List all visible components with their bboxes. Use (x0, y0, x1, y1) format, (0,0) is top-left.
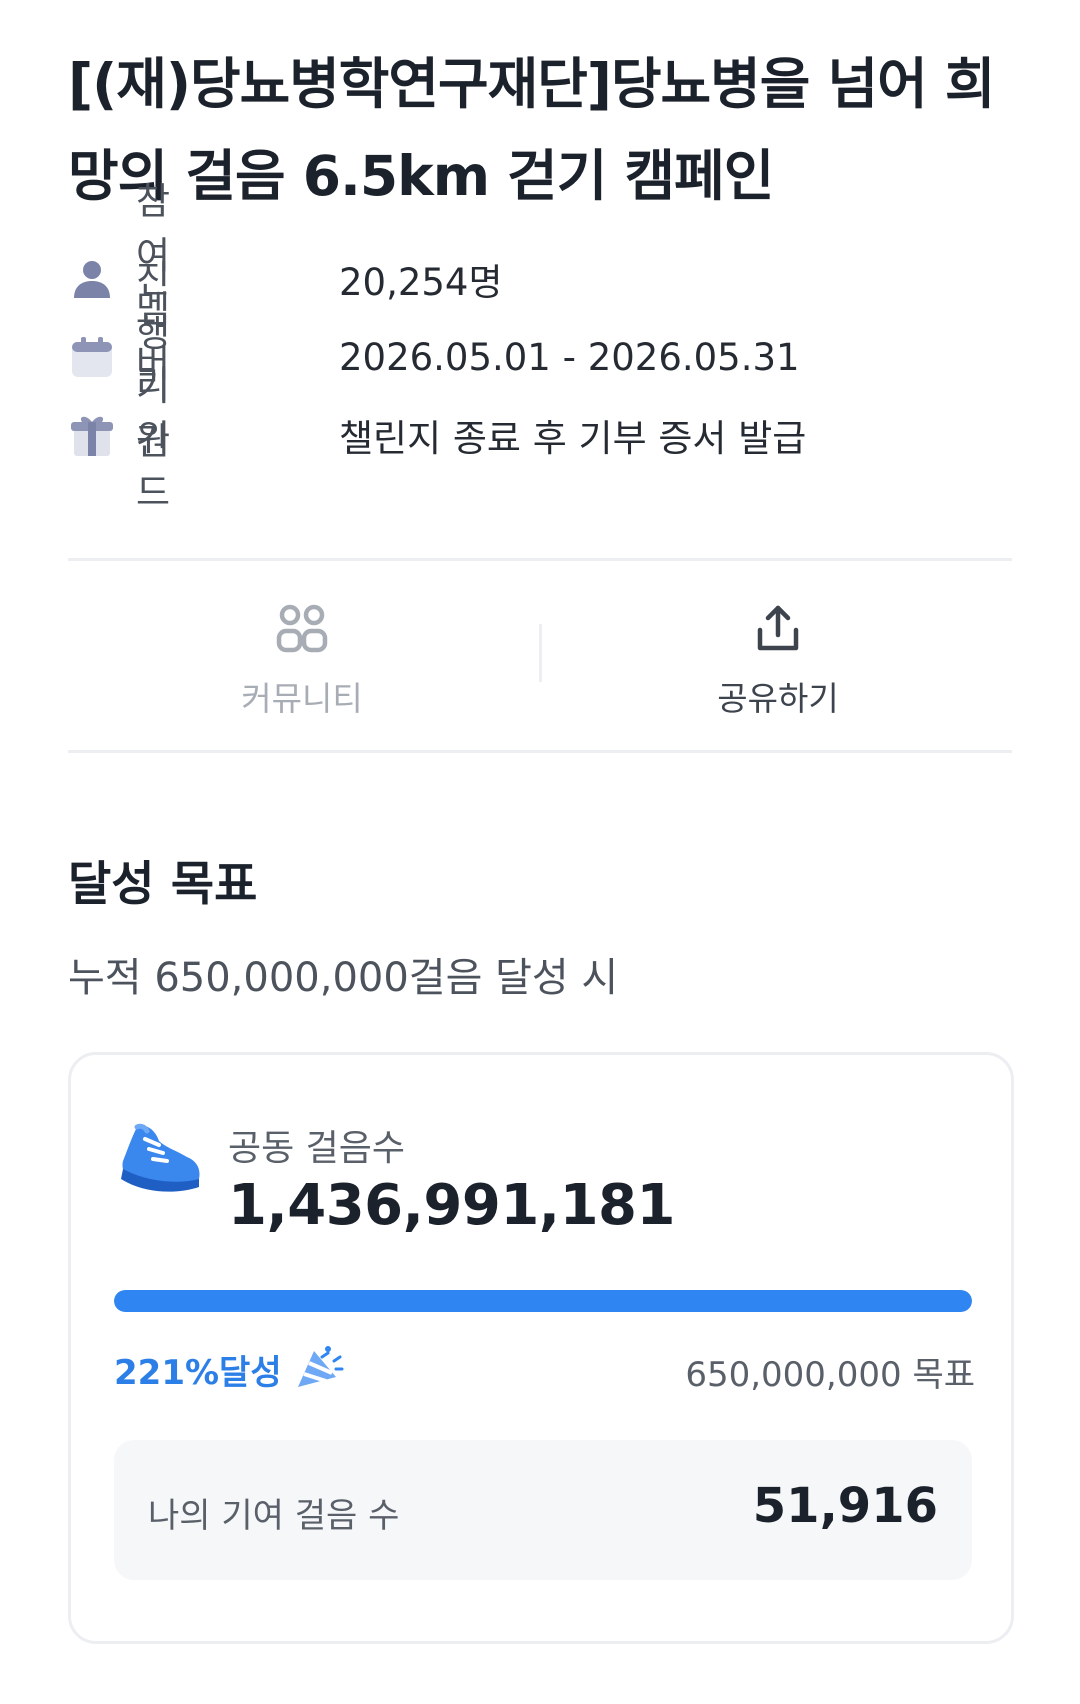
action-separator (539, 624, 542, 682)
party-popper-icon (292, 1343, 344, 1395)
info-value-reward: 챌린지 종료 후 기부 증서 발급 (339, 417, 807, 460)
achieved-badge: 221%달성 (114, 1343, 344, 1395)
calendar-icon (68, 333, 116, 381)
steps-label: 공동 걸음수 (228, 1128, 406, 1169)
goal-target-text: 650,000,000 목표 (685, 1355, 975, 1395)
info-row-reward: 리워드 챌린지 종료 후 기부 증서 발급 (68, 363, 806, 514)
goal-title: 달성 목표 (68, 857, 258, 912)
campaign-detail-page: [(재)당뇨병학연구재단]당뇨병을 넘어 희망의 걸음 6.5km 걷기 캠페인… (0, 0, 1080, 1704)
community-icon (152, 598, 452, 658)
my-contribution-box: 나의 기여 걸음 수 51,916 (114, 1440, 972, 1580)
action-bar: 커뮤니티 공유하기 (68, 560, 1012, 750)
progress-bar-fill (114, 1290, 972, 1312)
sneaker-icon (115, 1119, 203, 1201)
steps-total: 1,436,991,181 (228, 1173, 675, 1238)
goal-subtitle: 누적 650,000,000걸음 달성 시 (68, 955, 619, 1001)
share-icon (628, 598, 928, 658)
person-icon (68, 255, 116, 303)
info-label-reward: 리워드 (136, 363, 171, 514)
achieved-text: 221%달성 (114, 1352, 282, 1393)
community-label: 커뮤니티 (241, 679, 363, 718)
progress-bar (114, 1290, 972, 1312)
my-contribution-label: 나의 기여 걸음 수 (148, 1496, 400, 1536)
steps-card: 공동 걸음수 1,436,991,181 221%달성 650,000,000 … (68, 1052, 1014, 1644)
gift-icon (68, 411, 116, 459)
my-contribution-value: 51,916 (752, 1478, 938, 1534)
info-value-period: 2026.05.01 - 2026.05.31 (339, 335, 800, 379)
info-row-period: 진행 기간 2026.05.01 - 2026.05.31 (68, 258, 800, 463)
campaign-title: [(재)당뇨병학연구재단]당뇨병을 넘어 희망의 걸음 6.5km 걷기 캠페인 (68, 52, 995, 208)
share-label: 공유하기 (717, 679, 839, 718)
community-button[interactable]: 커뮤니티 (152, 598, 452, 720)
divider-bottom (68, 750, 1012, 753)
info-row-members: 참여 멤버 20,254명 (68, 180, 503, 385)
share-button[interactable]: 공유하기 (628, 598, 928, 720)
campaign-info: 참여 멤버 20,254명 진행 기간 2026.05.01 - 2026.05… (68, 180, 806, 514)
info-value-members: 20,254명 (339, 261, 503, 304)
